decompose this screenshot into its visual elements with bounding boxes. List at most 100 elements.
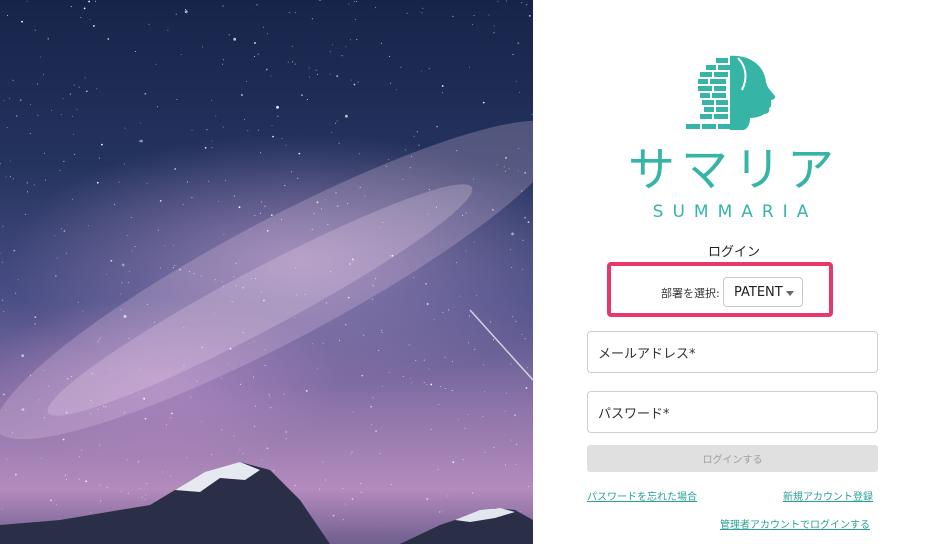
- signup-link[interactable]: 新規アカウント登録: [783, 488, 873, 503]
- star: [70, 6, 72, 8]
- star: [517, 148, 519, 149]
- star: [65, 411, 68, 414]
- star: [524, 216, 526, 219]
- star: [482, 101, 485, 104]
- star: [131, 391, 133, 393]
- star: [164, 245, 166, 246]
- star: [100, 336, 102, 338]
- admin-login-link[interactable]: 管理者アカウントでログインする: [720, 516, 870, 531]
- star: [524, 338, 526, 340]
- star: [309, 76, 311, 78]
- star: [15, 292, 17, 294]
- star: [184, 10, 188, 14]
- star: [442, 311, 444, 313]
- star: [510, 439, 512, 441]
- star: [215, 115, 217, 117]
- star: [335, 192, 337, 194]
- star: [82, 310, 84, 312]
- star: [30, 103, 31, 105]
- star: [364, 195, 366, 197]
- star: [349, 263, 351, 265]
- star: [254, 405, 256, 407]
- star: [101, 143, 103, 146]
- star: [9, 160, 11, 162]
- star: [211, 140, 213, 142]
- star: [345, 46, 347, 48]
- star: [390, 484, 392, 485]
- star: [268, 394, 270, 395]
- star: [202, 46, 204, 48]
- star: [64, 474, 66, 476]
- email-field[interactable]: メールアドレス*: [587, 331, 878, 373]
- star: [484, 451, 486, 453]
- star: [375, 278, 376, 280]
- hero-image: [0, 0, 533, 544]
- star: [418, 144, 420, 146]
- star: [261, 459, 263, 461]
- star: [488, 14, 490, 16]
- star: [353, 83, 356, 86]
- star: [90, 399, 92, 401]
- star: [185, 9, 186, 10]
- password-field[interactable]: パスワード*: [587, 391, 878, 433]
- star: [492, 209, 494, 211]
- star: [456, 150, 458, 152]
- star: [159, 200, 162, 202]
- star: [128, 338, 130, 340]
- star: [190, 396, 192, 398]
- star: [51, 109, 52, 111]
- star: [439, 386, 441, 387]
- star: [360, 491, 362, 493]
- star: [99, 339, 100, 341]
- star: [228, 34, 230, 36]
- star: [126, 459, 128, 461]
- star: [118, 181, 120, 183]
- star: [510, 267, 512, 268]
- star: [519, 91, 520, 93]
- star: [306, 99, 308, 100]
- star: [0, 252, 1, 254]
- star: [504, 464, 506, 466]
- star: [372, 298, 374, 300]
- star: [515, 320, 517, 322]
- star: [428, 189, 430, 191]
- star: [96, 88, 98, 90]
- star: [21, 408, 25, 411]
- star: [80, 17, 82, 18]
- star: [459, 295, 461, 297]
- star: [193, 273, 195, 275]
- star: [43, 152, 45, 154]
- star: [2, 225, 4, 227]
- star: [48, 385, 49, 387]
- star: [56, 257, 58, 259]
- star: [146, 483, 148, 485]
- star: [69, 93, 71, 95]
- star: [223, 234, 225, 236]
- star: [174, 168, 177, 170]
- star: [11, 431, 13, 433]
- star: [452, 461, 455, 464]
- star: [493, 446, 495, 448]
- star: [521, 333, 523, 335]
- star: [9, 176, 11, 178]
- forgot-password-link[interactable]: パスワードを忘れた場合: [587, 488, 697, 503]
- star: [74, 153, 76, 155]
- star: [54, 275, 57, 277]
- star: [211, 147, 213, 149]
- star: [467, 414, 469, 416]
- star: [264, 364, 266, 366]
- star: [106, 486, 108, 488]
- star: [223, 285, 224, 287]
- department-select[interactable]: PATENT: [723, 277, 803, 307]
- star: [139, 488, 141, 489]
- star: [127, 492, 129, 494]
- star: [308, 67, 310, 69]
- star: [62, 438, 65, 441]
- login-button[interactable]: ログインする: [587, 445, 878, 472]
- star: [496, 164, 498, 166]
- star: [200, 275, 202, 277]
- star: [210, 454, 212, 456]
- star: [512, 316, 514, 318]
- star: [402, 376, 404, 377]
- star: [6, 458, 8, 460]
